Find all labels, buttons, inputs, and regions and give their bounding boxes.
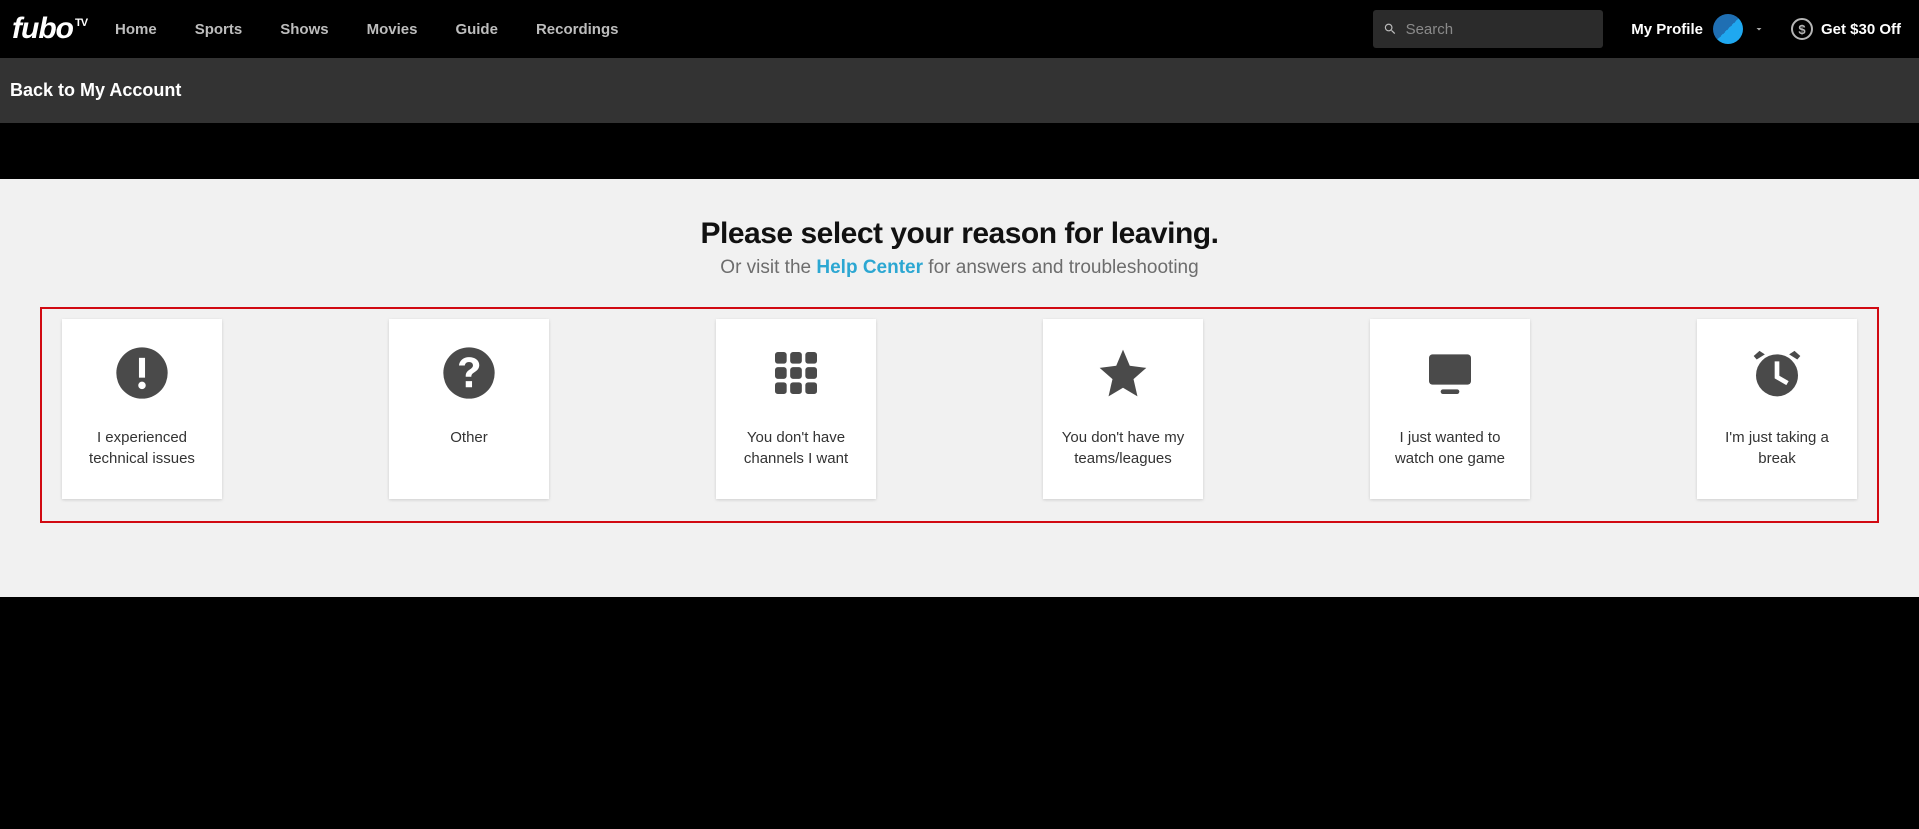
spacer-band bbox=[0, 123, 1919, 179]
search-box[interactable] bbox=[1373, 10, 1603, 48]
avatar bbox=[1713, 14, 1743, 44]
nav-home[interactable]: Home bbox=[115, 21, 157, 38]
reason-technical-issues[interactable]: I experienced technical issues bbox=[62, 319, 222, 499]
brand-logo[interactable]: fuboTV bbox=[12, 12, 87, 46]
reason-other[interactable]: Other bbox=[389, 319, 549, 499]
brand-suffix: TV bbox=[75, 17, 87, 29]
footer-band bbox=[0, 597, 1919, 737]
top-nav: fuboTV Home Sports Shows Movies Guide Re… bbox=[0, 0, 1919, 58]
subtitle-pre: Or visit the bbox=[720, 257, 816, 278]
nav-items: Home Sports Shows Movies Guide Recording… bbox=[115, 21, 618, 38]
reason-label: I'm just taking a break bbox=[1707, 427, 1847, 469]
subtitle-post: for answers and troubleshooting bbox=[923, 257, 1199, 278]
reason-label: You don't have channels I want bbox=[726, 427, 866, 469]
reason-missing-teams[interactable]: You don't have my teams/leagues bbox=[1043, 319, 1203, 499]
reason-label: I experienced technical issues bbox=[72, 427, 212, 469]
help-center-link[interactable]: Help Center bbox=[816, 257, 923, 278]
reason-one-game[interactable]: I just wanted to watch one game bbox=[1370, 319, 1530, 499]
promo-button[interactable]: $ Get $30 Off bbox=[1791, 18, 1901, 40]
reason-taking-break[interactable]: I'm just taking a break bbox=[1697, 319, 1857, 499]
reason-label: I just wanted to watch one game bbox=[1380, 427, 1520, 469]
nav-guide[interactable]: Guide bbox=[455, 21, 498, 38]
search-input[interactable] bbox=[1406, 21, 1594, 38]
reason-label: Other bbox=[450, 427, 488, 448]
chevron-down-icon bbox=[1753, 23, 1765, 35]
subheader: Back to My Account bbox=[0, 58, 1919, 123]
exclamation-icon bbox=[114, 345, 170, 401]
search-icon bbox=[1383, 21, 1397, 37]
page-subtitle: Or visit the Help Center for answers and… bbox=[0, 257, 1919, 279]
reasons-highlight-box: I experienced technical issues Other You… bbox=[40, 307, 1879, 523]
back-to-account-link[interactable]: Back to My Account bbox=[10, 80, 181, 100]
profile-menu[interactable]: My Profile bbox=[1631, 14, 1765, 44]
grid-icon bbox=[768, 345, 824, 401]
brand-name: fubo bbox=[12, 12, 73, 46]
monitor-icon bbox=[1422, 345, 1478, 401]
alarm-clock-icon bbox=[1749, 345, 1805, 401]
headings: Please select your reason for leaving. O… bbox=[0, 217, 1919, 279]
question-icon bbox=[441, 345, 497, 401]
promo-label: Get $30 Off bbox=[1821, 21, 1901, 38]
nav-recordings[interactable]: Recordings bbox=[536, 21, 619, 38]
main-panel: Please select your reason for leaving. O… bbox=[0, 179, 1919, 597]
dollar-icon: $ bbox=[1791, 18, 1813, 40]
star-icon bbox=[1095, 345, 1151, 401]
nav-shows[interactable]: Shows bbox=[280, 21, 328, 38]
reason-label: You don't have my teams/leagues bbox=[1053, 427, 1193, 469]
page-title: Please select your reason for leaving. bbox=[0, 217, 1919, 251]
profile-label: My Profile bbox=[1631, 21, 1703, 38]
nav-movies[interactable]: Movies bbox=[367, 21, 418, 38]
reason-missing-channels[interactable]: You don't have channels I want bbox=[716, 319, 876, 499]
nav-sports[interactable]: Sports bbox=[195, 21, 243, 38]
